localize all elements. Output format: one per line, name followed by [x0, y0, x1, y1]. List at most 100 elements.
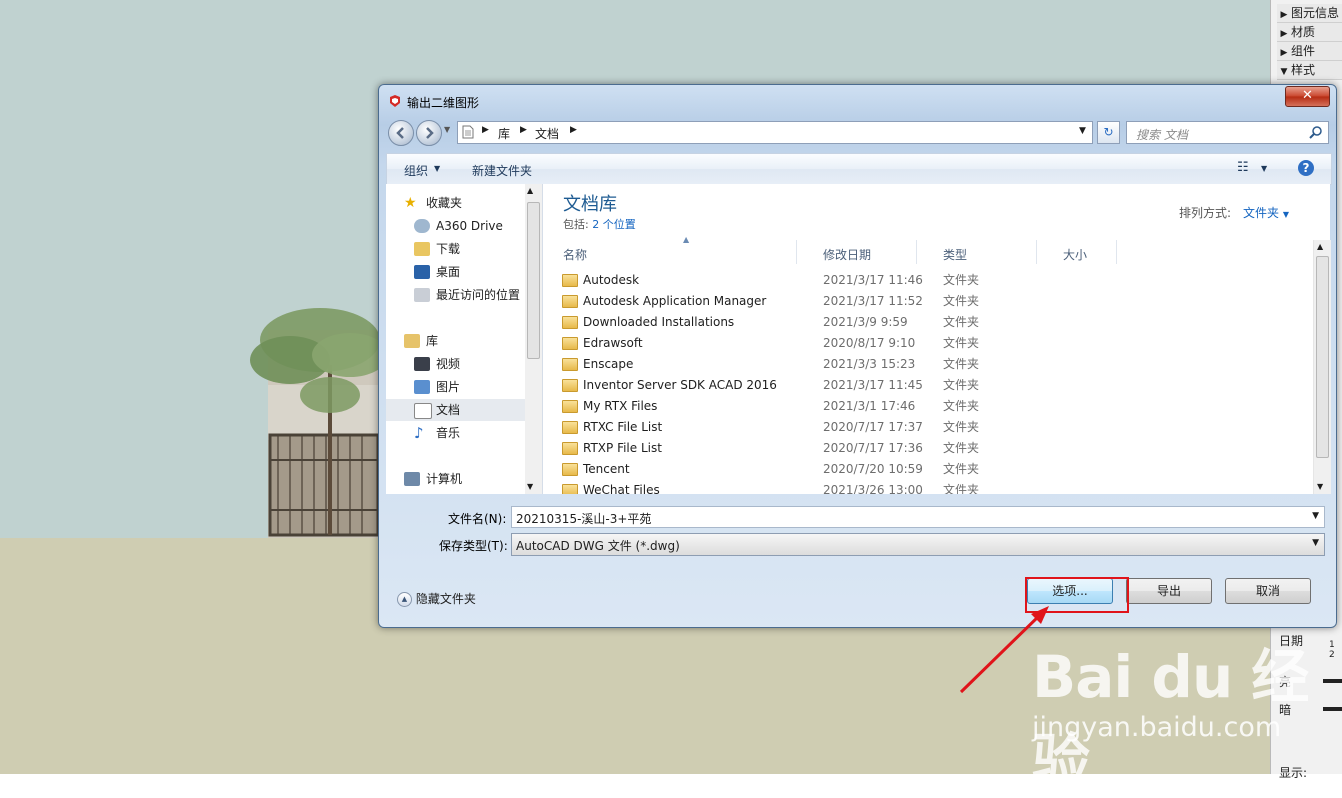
- file-row[interactable]: Autodesk Application Manager 2021/3/17 11…: [557, 291, 1309, 312]
- address-bar[interactable]: ▶ 库 ▶ 文档 ▶ ▼: [457, 121, 1093, 144]
- back-button[interactable]: [388, 120, 414, 146]
- navigation-scrollbar[interactable]: ▲ ▼: [525, 184, 542, 494]
- folder-icon: [562, 463, 578, 476]
- filename-input[interactable]: 20210315-溪山-3+平苑 ▼: [511, 506, 1325, 528]
- title-bar[interactable]: 输出二维图形 ✕: [379, 85, 1336, 115]
- tray-styles[interactable]: ▼ 样式: [1277, 61, 1342, 80]
- library-locations-link[interactable]: 2 个位置: [592, 218, 636, 231]
- video-icon: [414, 357, 430, 371]
- nav-a360-drive[interactable]: A360 Drive: [386, 215, 526, 237]
- file-list-scrollbar[interactable]: ▲ ▼: [1313, 240, 1331, 494]
- nav-videos[interactable]: 视频: [386, 353, 526, 375]
- address-dropdown-icon[interactable]: ▼: [1079, 126, 1086, 136]
- nav-libraries[interactable]: 库: [386, 330, 526, 352]
- folder-icon: [562, 484, 578, 494]
- scroll-down-icon[interactable]: ▼: [1317, 482, 1323, 491]
- forward-button[interactable]: [416, 120, 442, 146]
- export-2d-dialog: 输出二维图形 ✕ ▼ ▶ 库 ▶ 文档 ▶ ▼ ↻ 搜索 文档 组织 ▼ 新建文…: [378, 84, 1337, 628]
- view-options-icon[interactable]: ☷: [1237, 160, 1249, 175]
- column-date[interactable]: 修改日期: [823, 246, 871, 263]
- file-row[interactable]: Tencent 2020/7/20 10:59 文件夹: [557, 459, 1309, 480]
- file-row[interactable]: Edrawsoft 2020/8/17 9:10 文件夹: [557, 333, 1309, 354]
- dialog-title: 输出二维图形: [407, 96, 480, 110]
- chevron-down-icon[interactable]: ▼: [1261, 164, 1267, 173]
- watermark-url: jingyan.baidu.com: [1032, 712, 1282, 743]
- scroll-up-icon[interactable]: ▲: [527, 186, 533, 195]
- model-building-tree: [250, 308, 388, 538]
- file-row[interactable]: Autodesk 2021/3/17 11:46 文件夹: [557, 270, 1309, 291]
- expand-right-icon: ▶: [1280, 48, 1288, 58]
- scroll-down-icon[interactable]: ▼: [527, 482, 533, 491]
- nav-music[interactable]: ♪ 音乐: [386, 422, 526, 444]
- column-size[interactable]: 大小: [1063, 246, 1087, 263]
- file-row[interactable]: RTXC File List 2020/7/17 17:37 文件夹: [557, 417, 1309, 438]
- music-icon: ♪: [414, 424, 424, 442]
- close-button[interactable]: ✕: [1285, 86, 1330, 107]
- computer-icon: [404, 472, 420, 486]
- column-type[interactable]: 类型: [943, 246, 967, 263]
- recent-locations-dropdown[interactable]: ▼: [444, 125, 450, 134]
- filetype-select[interactable]: AutoCAD DWG 文件 (*.dwg) ▼: [511, 533, 1325, 556]
- sort-ascending-icon: ▲: [683, 235, 690, 244]
- file-row[interactable]: Downloaded Installations 2021/3/9 9:59 文件夹: [557, 312, 1309, 333]
- column-divider[interactable]: [796, 240, 797, 264]
- tray-entity-info[interactable]: ▶ 图元信息: [1277, 4, 1342, 23]
- recent-places-icon: [414, 288, 430, 302]
- library-include: 包括: 2 个位置: [563, 218, 636, 231]
- nav-computer[interactable]: 计算机: [386, 468, 526, 490]
- scroll-up-icon[interactable]: ▲: [1317, 242, 1323, 251]
- new-folder-button[interactable]: 新建文件夹: [472, 162, 532, 179]
- folder-icon: [562, 358, 578, 371]
- hide-folders-toggle[interactable]: ▲ 隐藏文件夹: [397, 590, 476, 607]
- expand-down-icon: ▼: [1280, 67, 1288, 77]
- nav-recent-places[interactable]: 最近访问的位置: [386, 284, 526, 306]
- refresh-button[interactable]: ↻: [1097, 121, 1120, 144]
- folder-icon: [562, 337, 578, 350]
- chevron-down-icon[interactable]: ▼: [1312, 511, 1319, 521]
- nav-desktop[interactable]: 桌面: [386, 261, 526, 283]
- column-divider[interactable]: [1116, 240, 1117, 264]
- tray-components[interactable]: ▶ 组件: [1277, 42, 1342, 61]
- download-folder-icon: [414, 242, 430, 256]
- file-list-pane: 文档库 包括: 2 个位置 排列方式: 文件夹 ▼ ▲ 名称 修改日期 类型 大…: [543, 184, 1331, 494]
- folder-icon: [562, 295, 578, 308]
- nav-documents[interactable]: 文档: [386, 399, 525, 421]
- scroll-thumb[interactable]: [1316, 256, 1329, 458]
- arrange-by-dropdown[interactable]: 文件夹 ▼: [1243, 204, 1289, 221]
- cloud-drive-icon: [414, 219, 430, 233]
- folder-icon: [562, 379, 578, 392]
- chevron-right-icon: ▶: [482, 125, 489, 135]
- breadcrumb-documents[interactable]: 文档: [535, 125, 559, 142]
- nav-downloads[interactable]: 下载: [386, 238, 526, 260]
- document-icon: [462, 125, 474, 139]
- chevron-right-icon: ▶: [570, 125, 577, 135]
- column-divider[interactable]: [1036, 240, 1037, 264]
- column-divider[interactable]: [916, 240, 917, 264]
- file-rows: Autodesk 2021/3/17 11:46 文件夹 Autodesk Appl…: [543, 270, 1311, 494]
- column-name[interactable]: 名称: [563, 246, 587, 263]
- breadcrumb-library[interactable]: 库: [498, 125, 510, 142]
- help-icon[interactable]: ?: [1298, 160, 1314, 176]
- cancel-button[interactable]: 取消: [1225, 578, 1311, 604]
- tray-materials[interactable]: ▶ 材质: [1277, 23, 1342, 42]
- arrow-left-icon: [396, 127, 404, 139]
- search-input[interactable]: 搜索 文档: [1136, 126, 1188, 143]
- file-row[interactable]: Inventor Server SDK ACAD 2016 2021/3/17 1…: [557, 375, 1309, 396]
- search-box[interactable]: 搜索 文档: [1126, 121, 1329, 144]
- expand-right-icon: ▶: [1280, 29, 1288, 39]
- export-button[interactable]: 导出: [1126, 578, 1212, 604]
- folder-icon: [562, 274, 578, 287]
- library-title: 文档库: [563, 194, 617, 215]
- scroll-thumb[interactable]: [527, 202, 540, 359]
- file-row[interactable]: Enscape 2021/3/3 15:23 文件夹: [557, 354, 1309, 375]
- nav-pictures[interactable]: 图片: [386, 376, 526, 398]
- file-row[interactable]: WeChat Files 2021/3/26 13:00 文件夹: [557, 480, 1309, 494]
- file-row[interactable]: My RTX Files 2021/3/1 17:46 文件夹: [557, 396, 1309, 417]
- organize-button[interactable]: 组织: [404, 162, 428, 179]
- documents-icon: [414, 403, 432, 419]
- chevron-down-icon: ▼: [1312, 538, 1319, 548]
- nav-favorites[interactable]: ★ 收藏夹: [386, 192, 526, 214]
- search-icon[interactable]: [1309, 125, 1323, 139]
- file-row[interactable]: RTXP File List 2020/7/17 17:36 文件夹: [557, 438, 1309, 459]
- folder-icon: [562, 316, 578, 329]
